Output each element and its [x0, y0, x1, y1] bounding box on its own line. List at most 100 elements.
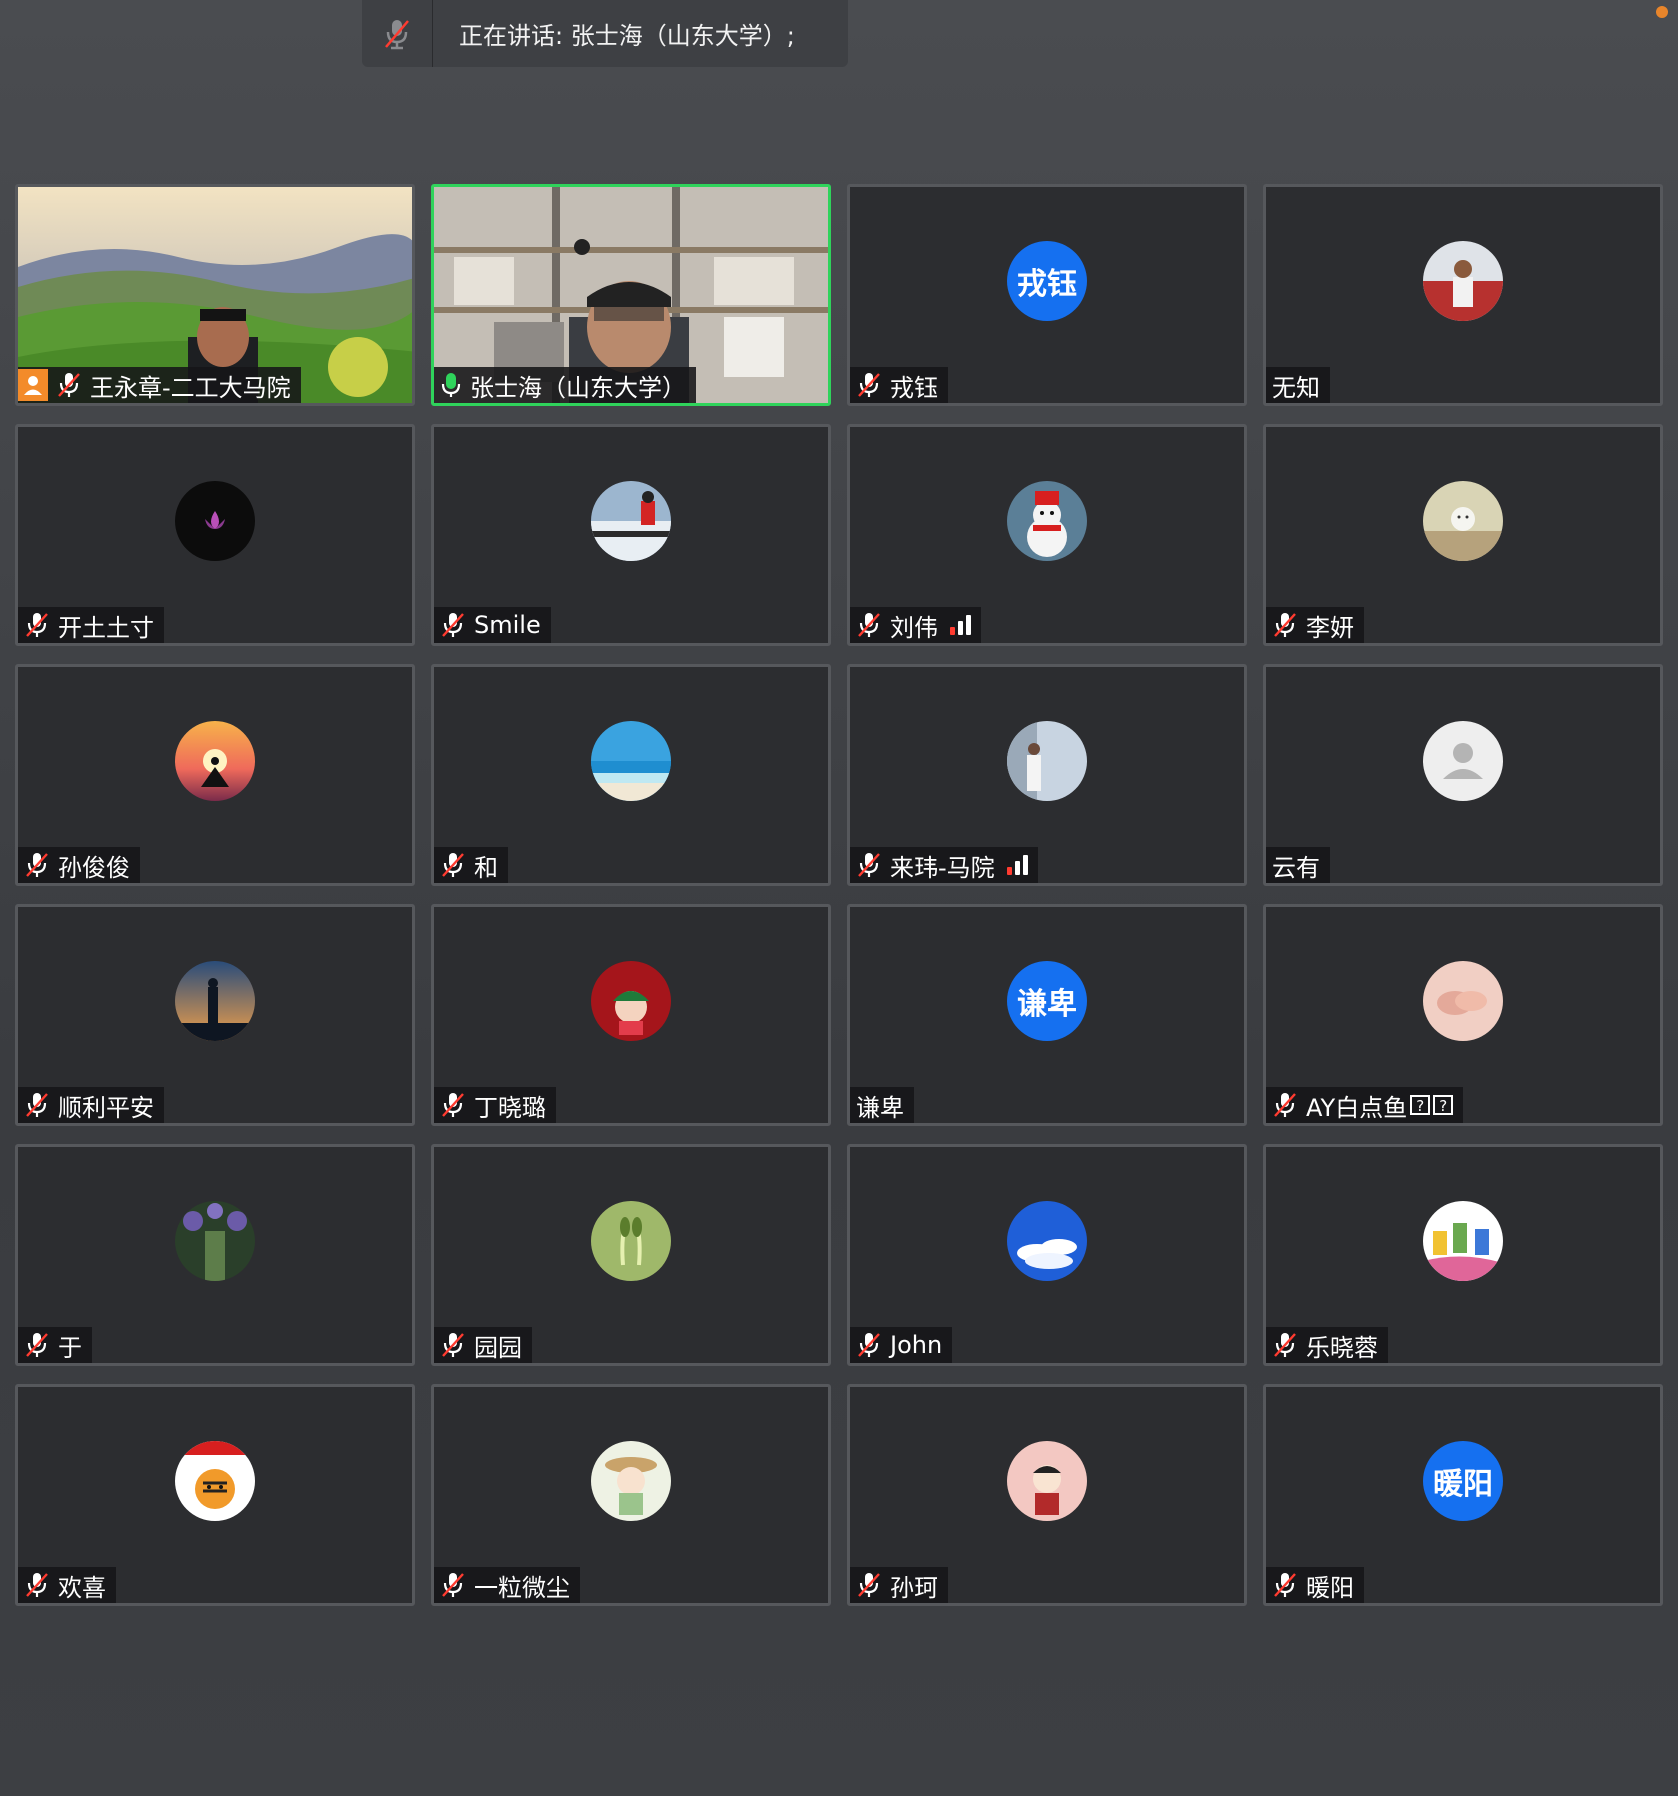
avatar-image [175, 1201, 255, 1281]
participant-tile[interactable]: 王永章-二工大马院 [15, 184, 415, 406]
participant-tile[interactable]: 欢喜 [15, 1384, 415, 1606]
avatar-text: 暖阳 [1423, 1441, 1503, 1521]
name-tag: 顺利平安 [18, 1087, 164, 1123]
participant-tile[interactable]: Smile [431, 424, 831, 646]
name-tag: 李妍 [1266, 607, 1364, 643]
status-dot [1656, 6, 1668, 18]
avatar-image [175, 961, 255, 1041]
participant-tile[interactable]: 开土土寸 [15, 424, 415, 646]
name-tag: 张士海（山东大学） [434, 367, 696, 403]
participant-name: 欢喜 [58, 1573, 106, 1602]
participant-tile[interactable]: 于 [15, 1144, 415, 1366]
name-tag: 乐晓蓉 [1266, 1327, 1388, 1363]
participant-name: 张士海（山东大学） [470, 373, 686, 402]
participant-name: 丁晓璐 [474, 1093, 546, 1122]
name-tag: 开土土寸 [18, 607, 164, 643]
name-tag: AY白点鱼?? [1266, 1087, 1464, 1123]
muted-mic-icon [1272, 1571, 1298, 1599]
name-tag: 园园 [434, 1327, 532, 1363]
participant-tile[interactable]: 张士海（山东大学） [431, 184, 831, 406]
name-tag: 王永章-二工大马院 [18, 367, 301, 403]
muted-mic-icon [856, 851, 882, 879]
participant-name: 园园 [474, 1333, 522, 1362]
participant-grid: 王永章-二工大马院 张士海（山东大学） 戎钰 戎钰 无知开土土寸 Smile 刘伟 李妍孙俊俊… [15, 184, 1663, 1606]
name-tag: 和 [434, 847, 508, 883]
muted-mic-icon [440, 851, 466, 879]
avatar-image [1423, 481, 1503, 561]
muted-mic-icon [1272, 611, 1298, 639]
muted-mic-icon [856, 1571, 882, 1599]
unknown-glyph-icon: ? [1433, 1095, 1454, 1115]
avatar-image [1423, 241, 1503, 321]
participant-tile[interactable]: 孙珂 [847, 1384, 1247, 1606]
muted-mic-icon [24, 1571, 50, 1599]
name-tag: 一粒微尘 [434, 1567, 580, 1603]
muted-mic-icon [440, 1571, 466, 1599]
participant-tile[interactable]: 园园 [431, 1144, 831, 1366]
participant-tile[interactable]: AY白点鱼?? [1263, 904, 1663, 1126]
participant-tile[interactable]: 和 [431, 664, 831, 886]
avatar-text: 谦卑 [1007, 961, 1087, 1041]
name-tag: 丁晓璐 [434, 1087, 556, 1123]
participant-tile[interactable]: 暖阳 暖阳 [1263, 1384, 1663, 1606]
participant-name: 乐晓蓉 [1306, 1333, 1378, 1362]
avatar-image [1423, 1201, 1503, 1281]
speaking-indicator-bar: 正在讲话: 张士海（山东大学）; [362, 0, 848, 67]
participant-tile[interactable]: 戎钰 戎钰 [847, 184, 1247, 406]
avatar-image [591, 481, 671, 561]
participant-name: 于 [58, 1333, 82, 1362]
participant-tile[interactable]: 顺利平安 [15, 904, 415, 1126]
signal-strength-icon [1006, 855, 1028, 875]
participant-tile[interactable]: 李妍 [1263, 424, 1663, 646]
participant-name: 顺利平安 [58, 1093, 154, 1122]
name-tag: 无知 [1266, 367, 1330, 403]
participant-name: 一粒微尘 [474, 1573, 570, 1602]
avatar-image [175, 1441, 255, 1521]
muted-mic-icon [1272, 1331, 1298, 1359]
muted-mic-icon [24, 611, 50, 639]
name-tag: John [850, 1327, 953, 1363]
participant-tile[interactable]: 乐晓蓉 [1263, 1144, 1663, 1366]
muted-mic-icon[interactable] [362, 0, 433, 67]
participant-name: 云有 [1272, 853, 1320, 882]
avatar-image [591, 961, 671, 1041]
participant-tile[interactable]: John [847, 1144, 1247, 1366]
avatar-image [591, 1441, 671, 1521]
participant-tile[interactable]: 孙俊俊 [15, 664, 415, 886]
participant-name: 暖阳 [1306, 1573, 1354, 1602]
participant-name: John [890, 1331, 943, 1359]
muted-mic-icon [24, 1091, 50, 1119]
muted-mic-icon [56, 371, 82, 399]
avatar-image [591, 1201, 671, 1281]
speaking-text: 正在讲话: 张士海（山东大学）; [459, 22, 795, 50]
muted-mic-icon [856, 371, 882, 399]
participant-name: AY白点鱼 [1306, 1093, 1408, 1122]
participant-name: 刘伟 [890, 613, 938, 642]
participant-name: 李妍 [1306, 613, 1354, 642]
signal-strength-icon [950, 615, 971, 635]
participant-tile[interactable]: 来玮-马院 [847, 664, 1247, 886]
name-tag: 谦卑 [850, 1087, 914, 1123]
muted-mic-icon [24, 1331, 50, 1359]
participant-name: 戎钰 [890, 373, 938, 402]
avatar-image [1007, 1441, 1087, 1521]
participant-tile[interactable]: 丁晓璐 [431, 904, 831, 1126]
avatar-image [1007, 481, 1087, 561]
participant-name: 无知 [1272, 373, 1320, 402]
avatar-image [175, 481, 255, 561]
participant-tile[interactable]: 刘伟 [847, 424, 1247, 646]
participant-tile[interactable]: 谦卑 谦卑 [847, 904, 1247, 1126]
participant-name: Smile [474, 611, 541, 639]
avatar-image [1007, 721, 1087, 801]
muted-mic-icon [856, 611, 882, 639]
name-tag: 云有 [1266, 847, 1330, 883]
muted-mic-icon [440, 1091, 466, 1119]
name-tag: 于 [18, 1327, 92, 1363]
name-tag: 暖阳 [1266, 1567, 1364, 1603]
participant-tile[interactable]: 云有 [1263, 664, 1663, 886]
participant-tile[interactable]: 无知 [1263, 184, 1663, 406]
default-user-icon [1423, 721, 1503, 801]
name-tag: 孙俊俊 [18, 847, 140, 883]
unknown-glyph-icon: ? [1410, 1095, 1431, 1115]
participant-tile[interactable]: 一粒微尘 [431, 1384, 831, 1606]
